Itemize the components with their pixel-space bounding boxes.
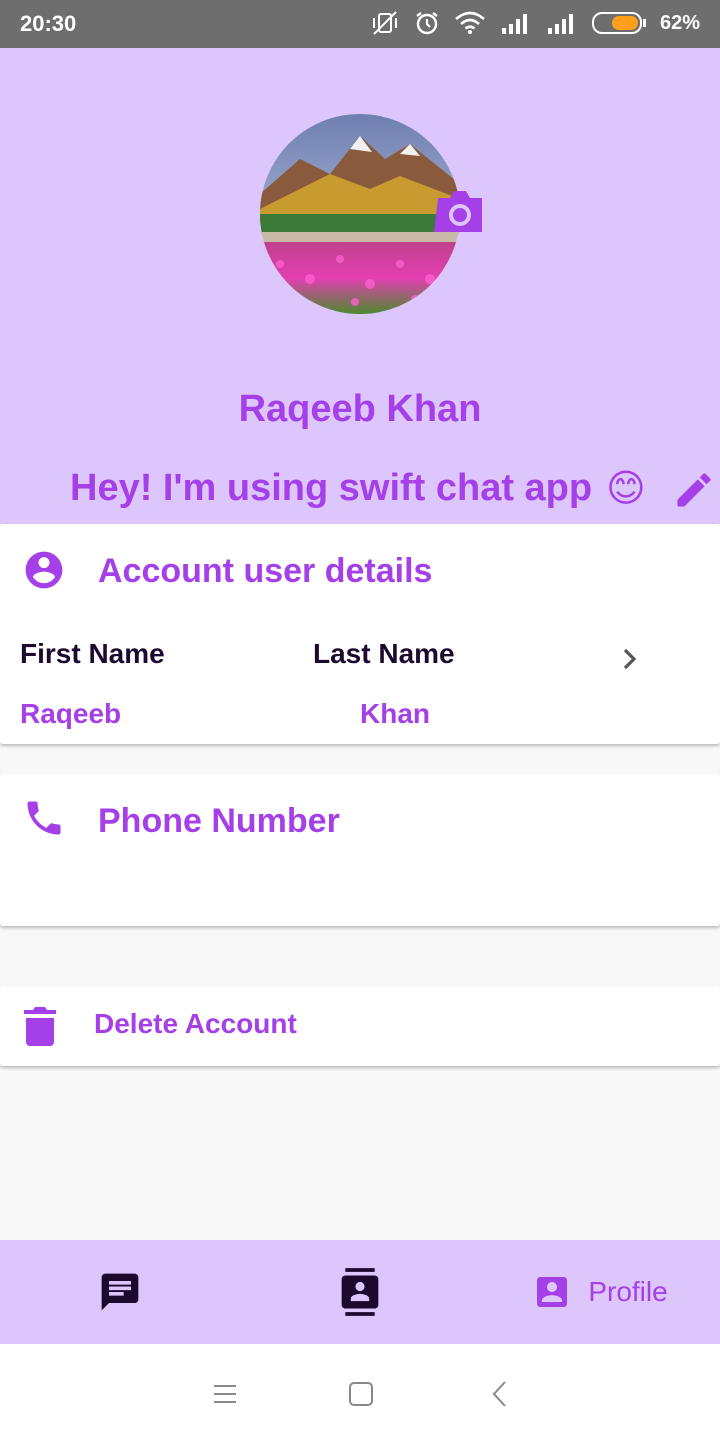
last-name-label: Last Name: [313, 638, 455, 669]
status-icons: 62%: [370, 10, 700, 36]
phone-icon: [27, 801, 61, 835]
last-name-value: Khan: [360, 698, 430, 729]
back-button[interactable]: [480, 1374, 520, 1414]
vibrate-off-icon: [372, 11, 397, 35]
account-details-title: Account user details: [98, 552, 433, 590]
phone-number-card: Phone Number: [0, 774, 720, 926]
alarm-icon: [416, 12, 438, 35]
contacts-icon: [341, 1268, 379, 1316]
battery-percentage: 62%: [659, 11, 700, 34]
home-square-icon: [349, 1382, 373, 1406]
account-circle-icon: [25, 551, 63, 589]
camera-icon: [434, 191, 482, 232]
first-name-value: Raqeeb: [20, 698, 122, 729]
first-name-label: First Name: [20, 638, 165, 669]
profile-icon: [537, 1277, 568, 1307]
signal-icon: [501, 14, 527, 34]
chevron-right-icon[interactable]: [618, 644, 642, 674]
nav-chats[interactable]: [60, 1240, 180, 1344]
profile-status-text: Hey! I'm using swift chat app: [70, 467, 593, 509]
profile-header: Raqeeb Khan Hey! I'm using swift chat ap…: [0, 48, 720, 524]
signal-icon-2: [547, 14, 573, 34]
battery-icon: [591, 12, 646, 34]
profile-status: Hey! I'm using swift chat app 😊: [70, 466, 646, 511]
chat-icon: [101, 1273, 139, 1311]
phone-number-title: Phone Number: [98, 802, 340, 840]
system-navigation-bar: [0, 1344, 720, 1440]
home-button[interactable]: [341, 1374, 381, 1414]
back-icon: [492, 1381, 506, 1407]
nav-contacts[interactable]: [300, 1240, 420, 1344]
account-details-card[interactable]: Account user details First Name Last Nam…: [0, 524, 720, 744]
edit-icon: [677, 473, 711, 507]
delete-account-label: Delete Account: [94, 1008, 297, 1039]
menu-icon: [214, 1385, 236, 1403]
edit-status-button[interactable]: [672, 468, 716, 512]
delete-account-button[interactable]: Delete Account: [0, 986, 720, 1066]
wifi-icon: [455, 11, 485, 34]
nav-profile[interactable]: Profile: [500, 1240, 700, 1344]
status-time: 20:30: [20, 11, 77, 36]
recents-button[interactable]: [205, 1374, 245, 1414]
nav-profile-label: Profile: [588, 1276, 668, 1307]
avatar[interactable]: [260, 114, 460, 314]
delete-icon: [24, 1007, 56, 1046]
change-photo-button[interactable]: [434, 188, 486, 234]
bottom-navigation: Profile: [0, 1240, 720, 1344]
avatar-landscape-image: [260, 114, 460, 314]
status-bar: 20:30 62%: [0, 0, 720, 48]
profile-name: Raqeeb Khan: [238, 388, 482, 430]
smile-emoji: 😊: [606, 468, 646, 510]
